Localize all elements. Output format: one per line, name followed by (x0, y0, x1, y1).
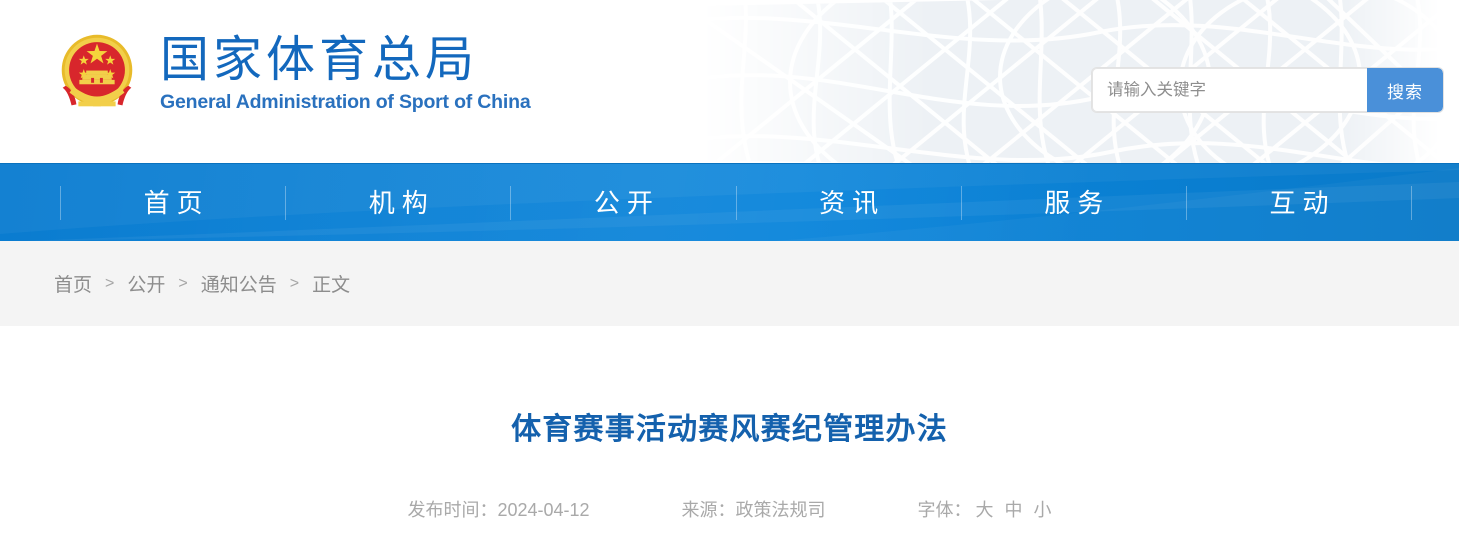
nav-item-organization[interactable]: 机构 (286, 164, 510, 241)
breadcrumb-separator: > (289, 274, 300, 292)
main-nav: 首页 机构 公开 资讯 服务 互动 (0, 163, 1459, 241)
site-logo[interactable]: 国家体育总局 General Administration of Sport o… (48, 24, 531, 122)
breadcrumb-separator: > (105, 274, 115, 292)
nav-divider (1411, 185, 1413, 220)
breadcrumb-item-home[interactable]: 首页 (54, 270, 92, 297)
breadcrumb-item-current: 正文 (312, 275, 351, 296)
font-size-label: 字体： (917, 500, 972, 520)
breadcrumb: 首页 > 公开 > 通知公告 > 正文 (0, 241, 1459, 326)
search-box: 搜索 (1092, 68, 1443, 112)
search-input[interactable] (1092, 68, 1367, 112)
article-source-value: 政策法规司 (735, 500, 826, 520)
font-size-medium[interactable]: 中 (1005, 496, 1023, 522)
font-size-small[interactable]: 小 (1034, 496, 1052, 522)
nav-item-disclosure[interactable]: 公开 (511, 164, 735, 241)
site-header: 国家体育总局 General Administration of Sport o… (0, 0, 1459, 163)
article-section: 体育赛事活动赛风赛纪管理办法 发布时间：2024-04-12 来源：政策法规司 … (0, 326, 1459, 541)
nav-item-service[interactable]: 服务 (962, 164, 1186, 241)
article-meta: 发布时间：2024-04-12 来源：政策法规司 字体： 大 中 小 (0, 496, 1459, 522)
breadcrumb-separator: > (178, 274, 188, 292)
nav-item-home[interactable]: 首页 (61, 164, 285, 241)
site-name-cn: 国家体育总局 (160, 33, 479, 88)
article-source: 来源：政策法规司 (682, 496, 826, 522)
font-size-selector: 字体： 大 中 小 (918, 496, 1052, 522)
search-button[interactable]: 搜索 (1367, 68, 1443, 112)
nav-item-news[interactable]: 资讯 (737, 164, 961, 241)
national-emblem-icon (61, 34, 133, 107)
breadcrumb-item-notice[interactable]: 通知公告 (201, 270, 277, 297)
nav-item-interaction[interactable]: 互动 (1187, 164, 1411, 241)
site-name-en: General Administration of Sport of China (160, 90, 531, 113)
publish-time: 发布时间：2024-04-12 (407, 496, 589, 522)
publish-time-label: 发布时间： (407, 500, 498, 520)
publish-time-value: 2024-04-12 (497, 500, 590, 520)
font-size-large[interactable]: 大 (976, 496, 994, 522)
breadcrumb-item-disclosure[interactable]: 公开 (127, 270, 165, 297)
page-title: 体育赛事活动赛风赛纪管理办法 (511, 413, 948, 446)
article-source-label: 来源： (681, 500, 736, 520)
